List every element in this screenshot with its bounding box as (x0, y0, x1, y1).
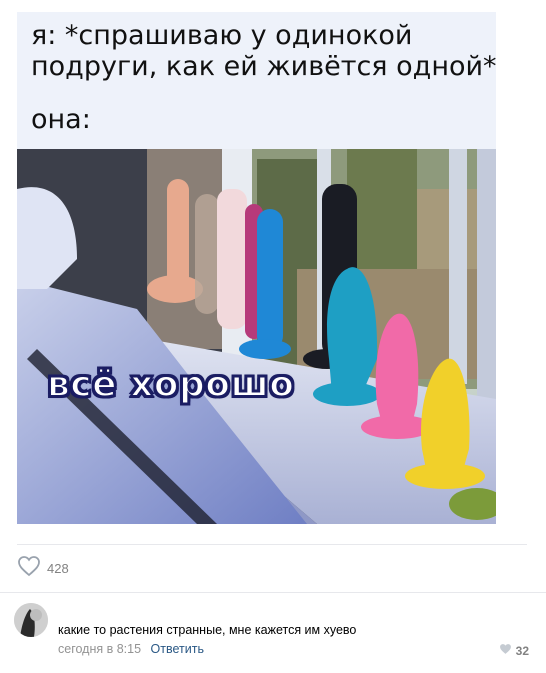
avatar[interactable] (14, 603, 48, 637)
post: я: *спрашиваю у одинокой подруги, как ей… (0, 0, 546, 673)
comment-like-button[interactable]: 32 (499, 642, 529, 660)
comment-time[interactable]: сегодня в 8:15 (58, 642, 141, 656)
heart-icon (17, 555, 41, 582)
caption-line: я: *спрашиваю у одинокой (31, 20, 413, 51)
meme-overlay-text: всё хорошо (46, 363, 295, 406)
reply-link[interactable]: Ответить (151, 642, 204, 656)
comment-text: какие то растения странные, мне кажется … (58, 623, 357, 637)
like-button[interactable]: 428 (17, 555, 69, 582)
caption-line: она: (31, 104, 91, 135)
meme-caption: я: *спрашиваю у одинокой подруги, как ей… (17, 12, 497, 149)
meme-photo: всё хорошо (17, 149, 496, 524)
comment-likes-count: 32 (515, 644, 529, 658)
divider (0, 592, 546, 593)
likes-count: 428 (47, 560, 69, 576)
windowsill-photo (17, 149, 496, 524)
small-heart-icon (499, 642, 512, 660)
comment: какие то растения странные, мне кажется … (14, 603, 529, 663)
meme-image[interactable]: я: *спрашиваю у одинокой подруги, как ей… (17, 12, 497, 524)
comment-meta: сегодня в 8:15 Ответить (58, 642, 204, 656)
divider (17, 544, 527, 545)
caption-line: подруги, как ей живётся одной* (31, 51, 497, 82)
